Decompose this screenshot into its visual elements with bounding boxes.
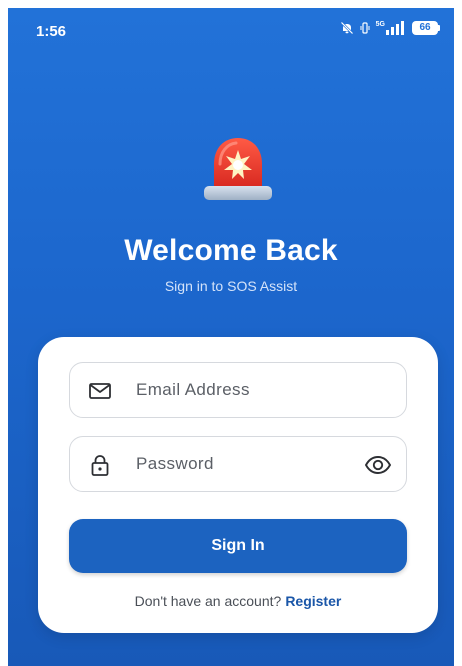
welcome-subtitle: Sign in to SOS Assist [164,278,298,294]
status-time: 1:56 [36,23,67,40]
battery-icon: 66 [412,21,440,35]
network-label: 5G [375,21,385,28]
register-prompt: Don't have an account? Register [38,593,438,609]
login-card: Sign In Don't have an account?Register [38,337,438,633]
password-field[interactable] [69,436,407,492]
eye-icon[interactable] [364,452,392,478]
email-field[interactable] [69,362,407,418]
signal-icon: 5G [376,21,406,35]
mute-bell-icon [340,21,354,35]
welcome-title: Welcome Back [124,234,338,267]
register-prompt-text: Don't have an account? [134,593,282,609]
sign-in-button[interactable]: Sign In [69,519,407,573]
lock-icon [88,454,112,476]
status-icons: 5G 66 [340,21,440,35]
vibrate-icon [360,21,370,35]
battery-level: 66 [412,21,438,35]
email-input[interactable] [134,363,354,417]
password-input[interactable] [134,437,354,491]
status-bar: 1:56 5G 66 [8,8,454,52]
login-screen: 1:56 5G 66 Welcome Back Sign in to SOS A… [8,8,454,666]
mail-icon [88,380,112,402]
siren-icon [198,134,278,206]
register-link[interactable]: Register [285,593,341,609]
